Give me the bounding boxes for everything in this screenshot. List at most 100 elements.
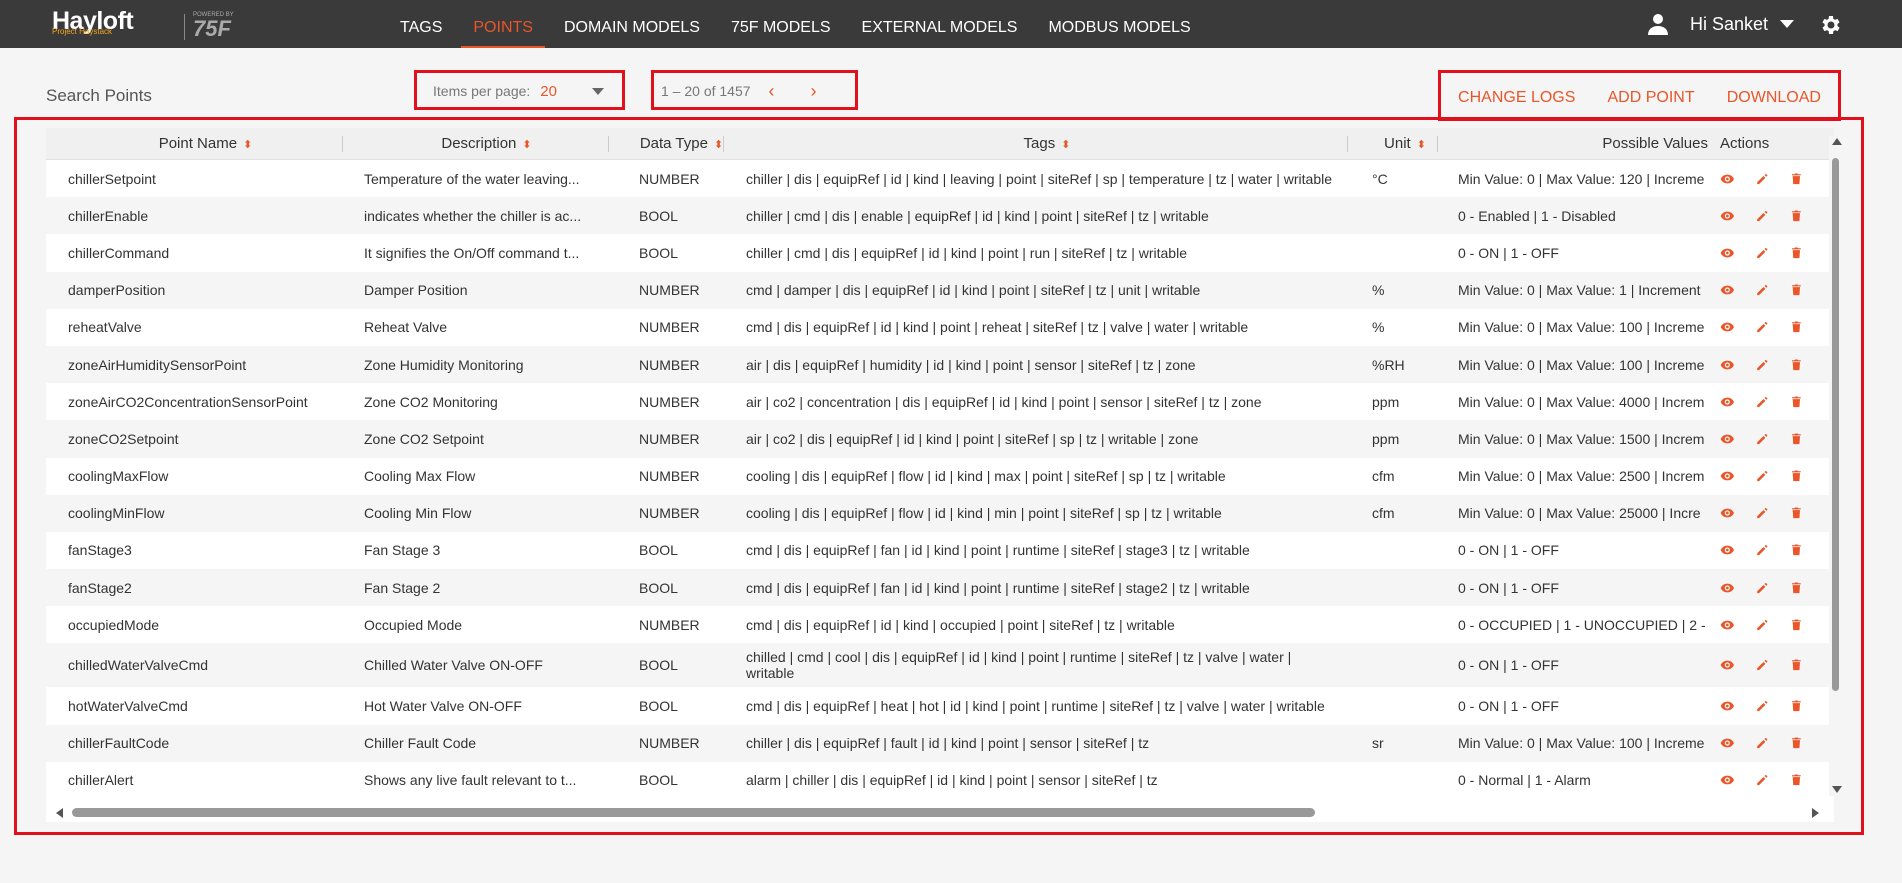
sort-icon[interactable]: ⬍ — [1417, 139, 1426, 151]
pencil-icon[interactable] — [1755, 169, 1770, 189]
pencil-icon[interactable] — [1755, 696, 1770, 716]
eye-icon[interactable] — [1720, 540, 1735, 560]
table-row[interactable]: fanStage3 Fan Stage 3 BOOL cmd | dis | equi… — [46, 532, 1834, 569]
trash-icon[interactable] — [1789, 317, 1804, 337]
prev-page-button[interactable]: ‹ — [769, 81, 775, 102]
trash-icon[interactable] — [1789, 392, 1804, 412]
gear-icon[interactable] — [1818, 13, 1842, 37]
eye-icon[interactable] — [1720, 206, 1735, 226]
nav-tab-points[interactable]: POINTS — [461, 0, 545, 48]
trash-icon[interactable] — [1789, 280, 1804, 300]
trash-icon[interactable] — [1789, 770, 1804, 790]
trash-icon[interactable] — [1789, 655, 1804, 675]
column-header-tags[interactable]: Tags ⬍ — [724, 128, 1348, 160]
eye-icon[interactable] — [1720, 466, 1735, 486]
scroll-up-arrow-icon[interactable] — [1832, 138, 1842, 145]
user-menu[interactable]: Hi Sanket — [1646, 12, 1795, 36]
table-row[interactable]: zoneAirCO2ConcentrationSensorPoint Zone C… — [46, 383, 1834, 420]
nav-tab-domain-models[interactable]: DOMAIN MODELS — [564, 0, 700, 48]
add-point-button[interactable]: ADD POINT — [1608, 89, 1695, 107]
nav-tab-external-models[interactable]: EXTERNAL MODELS — [862, 0, 1018, 48]
trash-icon[interactable] — [1789, 206, 1804, 226]
hayloft-logo[interactable]: Hayloft — [52, 8, 134, 44]
table-row[interactable]: chillerCommand It signifies the On/Off co… — [46, 234, 1834, 271]
pencil-icon[interactable] — [1755, 392, 1770, 412]
pencil-icon[interactable] — [1755, 655, 1770, 675]
column-header-unit[interactable]: Unit ⬍ — [1348, 128, 1438, 160]
search-points-label[interactable]: Search Points — [46, 86, 152, 106]
trash-icon[interactable] — [1789, 466, 1804, 486]
pencil-icon[interactable] — [1755, 503, 1770, 523]
table-row[interactable]: zoneAirHumiditySensorPoint Zone Humidity … — [46, 345, 1834, 384]
table-row[interactable]: occupiedMode Occupied Mode NUMBER cmd | dis… — [46, 606, 1834, 643]
eye-icon[interactable] — [1720, 280, 1735, 300]
pencil-icon[interactable] — [1755, 280, 1770, 300]
eye-icon[interactable] — [1720, 615, 1735, 635]
pencil-icon[interactable] — [1755, 206, 1770, 226]
eye-icon[interactable] — [1720, 655, 1735, 675]
eye-icon[interactable] — [1720, 355, 1735, 375]
trash-icon[interactable] — [1789, 615, 1804, 635]
eye-icon[interactable] — [1720, 392, 1735, 412]
pencil-icon[interactable] — [1755, 615, 1770, 635]
table-row[interactable]: damperPosition Damper Position NUMBER cmd |… — [46, 271, 1834, 309]
table-row[interactable]: coolingMaxFlow Cooling Max Flow NUMBER cool… — [46, 458, 1834, 495]
eye-icon[interactable] — [1720, 696, 1735, 716]
nav-tab-modbus-models[interactable]: MODBUS MODELS — [1048, 0, 1190, 48]
nav-tab-75f-models[interactable]: 75F MODELS — [731, 0, 831, 48]
trash-icon[interactable] — [1789, 355, 1804, 375]
eye-icon[interactable] — [1720, 503, 1735, 523]
table-row[interactable]: zoneCO2Setpoint Zone CO2 Setpoint NUMBER ai… — [46, 420, 1834, 458]
pencil-icon[interactable] — [1755, 317, 1770, 337]
trash-icon[interactable] — [1789, 169, 1804, 189]
trash-icon[interactable] — [1789, 540, 1804, 560]
table-row[interactable]: chilledWaterValveCmd Chilled Water Valve … — [46, 643, 1834, 688]
table-row[interactable]: fanStage2 Fan Stage 2 BOOL cmd | dis | equi… — [46, 569, 1834, 607]
nav-tab-tags[interactable]: TAGS — [400, 0, 442, 48]
trash-icon[interactable] — [1789, 503, 1804, 523]
trash-icon[interactable] — [1789, 696, 1804, 716]
scroll-down-arrow-icon[interactable] — [1832, 786, 1842, 793]
pencil-icon[interactable] — [1755, 578, 1770, 598]
change-logs-button[interactable]: CHANGE LOGS — [1458, 89, 1575, 107]
eye-icon[interactable] — [1720, 317, 1735, 337]
pencil-icon[interactable] — [1755, 770, 1770, 790]
column-header-data-type[interactable]: Data Type ⬍ — [609, 128, 724, 160]
eye-icon[interactable] — [1720, 733, 1735, 753]
eye-icon[interactable] — [1720, 770, 1735, 790]
eye-icon[interactable] — [1720, 169, 1735, 189]
sort-icon[interactable]: ⬍ — [243, 139, 252, 151]
items-per-page-select[interactable]: Items per page: 20 — [419, 74, 622, 108]
pencil-icon[interactable] — [1755, 540, 1770, 560]
next-page-button[interactable]: › — [811, 81, 817, 102]
eye-icon[interactable] — [1720, 578, 1735, 598]
pencil-icon[interactable] — [1755, 243, 1770, 263]
trash-icon[interactable] — [1789, 733, 1804, 753]
table-row[interactable]: chillerAlert Shows any live fault relevan… — [46, 762, 1834, 799]
trash-icon[interactable] — [1789, 429, 1804, 449]
scroll-left-arrow-icon[interactable] — [56, 808, 63, 818]
table-row[interactable]: chillerFaultCode Chiller Fault Code NUMBER… — [46, 724, 1834, 762]
horizontal-scrollbar-thumb[interactable] — [72, 808, 1315, 817]
vertical-scrollbar-thumb[interactable] — [1832, 158, 1839, 691]
table-row[interactable]: reheatValve Reheat Valve NUMBER cmd | dis |… — [46, 309, 1834, 346]
eye-icon[interactable] — [1720, 243, 1735, 263]
trash-icon[interactable] — [1789, 243, 1804, 263]
scroll-right-arrow-icon[interactable] — [1812, 808, 1819, 818]
pencil-icon[interactable] — [1755, 733, 1770, 753]
pencil-icon[interactable] — [1755, 429, 1770, 449]
table-row[interactable]: hotWaterValveCmd Hot Water Valve ON-OFF BO… — [46, 687, 1834, 724]
eye-icon[interactable] — [1720, 429, 1735, 449]
column-header-description[interactable]: Description ⬍ — [343, 128, 609, 160]
column-header-point-name[interactable]: Point Name ⬍ — [46, 128, 343, 160]
trash-icon[interactable] — [1789, 578, 1804, 598]
table-row[interactable]: coolingMinFlow Cooling Min Flow NUMBER cool… — [46, 494, 1834, 532]
table-row[interactable]: chillerEnable indicates whether the chill… — [46, 197, 1834, 235]
sort-icon[interactable]: ⬍ — [714, 139, 723, 151]
sort-icon[interactable]: ⬍ — [1061, 139, 1070, 151]
table-row[interactable]: chillerSetpoint Temperature of the water … — [46, 160, 1834, 197]
sort-icon[interactable]: ⬍ — [522, 139, 531, 151]
pencil-icon[interactable] — [1755, 355, 1770, 375]
download-button[interactable]: DOWNLOAD — [1727, 89, 1821, 107]
pencil-icon[interactable] — [1755, 466, 1770, 486]
